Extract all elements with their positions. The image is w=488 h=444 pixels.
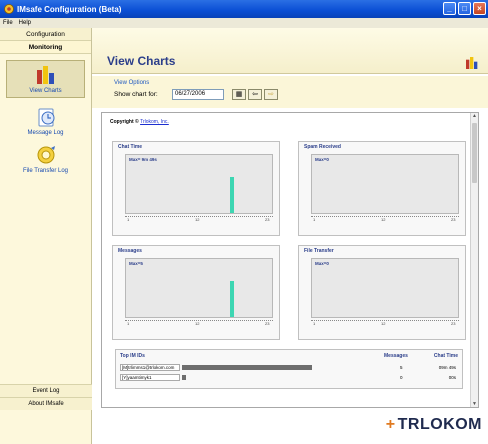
trlokom-logo: + TRLOKOM xyxy=(386,416,482,434)
previous-day-button[interactable]: ⇦ xyxy=(248,89,262,100)
vertical-scrollbar[interactable]: ▲ ▼ xyxy=(470,113,478,407)
view-options-label: View Options xyxy=(114,80,150,86)
scroll-thumb[interactable] xyxy=(472,123,477,183)
chart-max-label: Max= 9m 49s xyxy=(129,157,157,162)
chart-plot-area: Max=0 xyxy=(311,154,459,214)
chart-title: Chat Time xyxy=(118,144,143,150)
chat-time: 09m 49s xyxy=(438,365,456,370)
copyright-link[interactable]: Trlokom, Inc. xyxy=(140,119,169,125)
minimize-button[interactable]: _ xyxy=(443,2,456,15)
sidebar-item-message-log[interactable]: Message Log xyxy=(0,106,91,136)
tick-label: 23 xyxy=(451,321,456,326)
chart-max-label: Max=5 xyxy=(129,261,143,266)
sidebar-item-label: File Transfer Log xyxy=(22,168,69,174)
chart-bar xyxy=(230,281,235,317)
menu-bar: File Help xyxy=(0,18,488,28)
im-id: [Y]yaamtimyk1 xyxy=(120,374,180,381)
tick-label: 1 xyxy=(313,321,316,326)
sidebar-item-label: View Charts xyxy=(29,88,62,94)
logo-text: TRLOKOM xyxy=(397,416,482,433)
chat-time: 00s xyxy=(448,375,456,380)
next-day-button[interactable]: ⇨ xyxy=(264,89,278,100)
close-button[interactable]: × xyxy=(473,2,486,15)
window-controls: _ □ × xyxy=(443,2,486,15)
chart-plot-area: Max=5 xyxy=(125,258,273,318)
sidebar-about[interactable]: About IMsafe xyxy=(0,397,92,410)
table-row: [M]trlimms1@trlokom.com 5 09m 49s xyxy=(120,364,460,371)
chart-max-label: Max=0 xyxy=(315,261,329,266)
window-title: IMsafe Configuration (Beta) xyxy=(17,4,122,14)
im-id: [M]trlimms1@trlokom.com xyxy=(120,364,180,371)
chart-bar xyxy=(230,177,235,213)
tick-label: 23 xyxy=(265,321,270,326)
chart-plot-area: Max=0 xyxy=(311,258,459,318)
chart-icon xyxy=(466,57,478,69)
chart-panel: Messages Max=5 1 12 23 xyxy=(112,245,280,340)
message-log-icon xyxy=(38,108,54,127)
chart-x-axis: 1 12 23 xyxy=(311,214,459,224)
usage-bar xyxy=(182,365,312,370)
tick-label: 12 xyxy=(381,217,386,222)
copyright-text: Copyright © xyxy=(110,119,141,125)
date-input[interactable]: 06/27/2006 xyxy=(172,89,224,100)
file-transfer-icon xyxy=(37,146,55,164)
sidebar-item-view-charts[interactable]: View Charts xyxy=(6,60,85,98)
top-ids-title: Top IM IDs xyxy=(120,353,145,359)
sidebar-item-file-transfer-log[interactable]: File Transfer Log xyxy=(0,144,91,174)
tick-label: 12 xyxy=(195,217,200,222)
tick-label: 1 xyxy=(127,217,130,222)
page-title: View Charts xyxy=(107,54,176,68)
menu-file[interactable]: File xyxy=(3,20,13,26)
view-options: View Options Show chart for: 06/27/2006 … xyxy=(92,76,488,108)
menu-help[interactable]: Help xyxy=(19,20,31,26)
chart-panel: Chat Time Max= 9m 49s 1 12 23 xyxy=(112,141,280,236)
col-messages: Messages xyxy=(384,353,408,359)
chart-x-axis: 1 12 23 xyxy=(125,214,273,224)
message-count: 5 xyxy=(400,365,403,370)
tick-label: 1 xyxy=(127,321,130,326)
sidebar-item-label: Message Log xyxy=(27,130,64,136)
chart-x-axis: 1 12 23 xyxy=(125,318,273,328)
tick-label: 12 xyxy=(195,321,200,326)
show-chart-label: Show chart for: xyxy=(114,91,158,98)
scroll-down-icon[interactable]: ▼ xyxy=(471,401,478,407)
message-count: 0 xyxy=(400,375,403,380)
top-im-ids-table: Top IM IDs Messages Chat Time [M]trlimms… xyxy=(115,349,463,389)
app-icon xyxy=(4,4,14,14)
charts-content: Copyright © Trlokom, Inc. Chat Time Max= … xyxy=(101,112,479,408)
sidebar: Configuration Monitoring View Charts Mes… xyxy=(0,28,92,444)
tick-label: 23 xyxy=(451,217,456,222)
tick-label: 23 xyxy=(265,217,270,222)
app-window: IMsafe Configuration (Beta) _ □ × File H… xyxy=(0,0,488,444)
tick-label: 1 xyxy=(313,217,316,222)
calendar-button[interactable]: ▦ xyxy=(232,89,246,100)
usage-bar xyxy=(182,375,186,380)
chart-icon xyxy=(36,66,54,84)
page-header: View Charts xyxy=(92,28,488,74)
chart-title: Spam Received xyxy=(304,144,341,150)
sidebar-configuration[interactable]: Configuration xyxy=(0,28,91,41)
tick-label: 12 xyxy=(381,321,386,326)
copyright: Copyright © Trlokom, Inc. xyxy=(110,119,169,125)
chart-max-label: Max=0 xyxy=(315,157,329,162)
chart-x-axis: 1 12 23 xyxy=(311,318,459,328)
scroll-up-icon[interactable]: ▲ xyxy=(471,113,478,121)
maximize-button[interactable]: □ xyxy=(458,2,471,15)
chart-title: File Transfer xyxy=(304,248,334,254)
plus-icon: + xyxy=(385,416,396,433)
chart-panel: Spam Received Max=0 1 12 23 xyxy=(298,141,466,236)
table-row: [Y]yaamtimyk1 0 00s xyxy=(120,374,460,381)
chart-title: Messages xyxy=(118,248,142,254)
sidebar-event-log[interactable]: Event Log xyxy=(0,384,92,397)
col-chat-time: Chat Time xyxy=(433,353,458,359)
chart-plot-area: Max= 9m 49s xyxy=(125,154,273,214)
title-bar: IMsafe Configuration (Beta) _ □ × xyxy=(0,0,488,18)
sidebar-monitoring[interactable]: Monitoring xyxy=(0,41,91,54)
chart-panel: File Transfer Max=0 1 12 23 xyxy=(298,245,466,340)
footer: + TRLOKOM xyxy=(92,410,488,444)
